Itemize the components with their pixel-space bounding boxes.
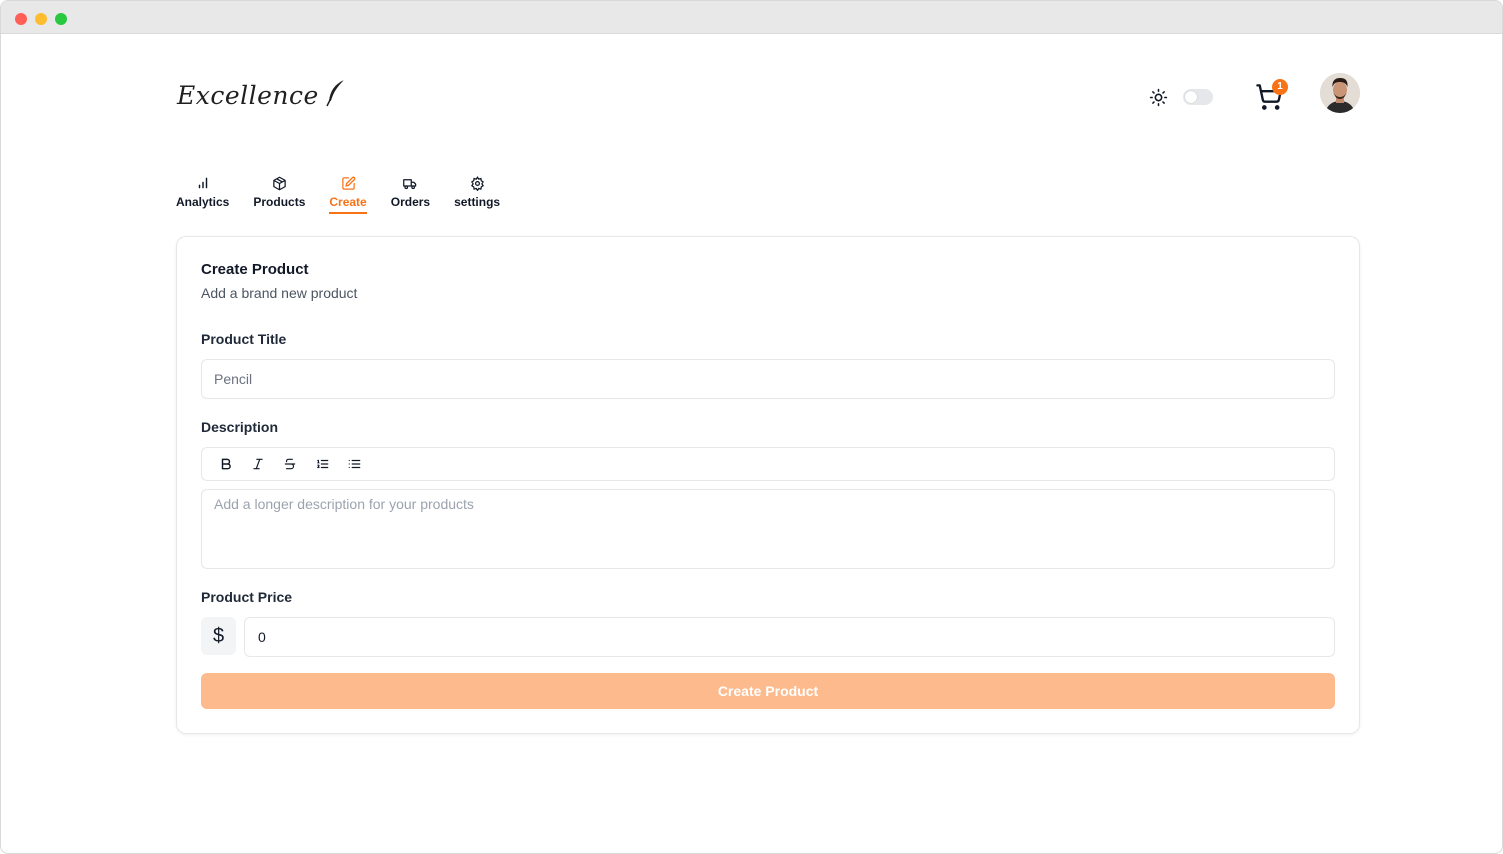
product-price-input[interactable]: 0	[244, 617, 1335, 657]
toggle-knob	[1185, 91, 1197, 103]
brand-logo[interactable]: Excellence	[177, 77, 347, 113]
product-title-value: Pencil	[214, 371, 253, 387]
gear-icon	[469, 175, 485, 191]
tab-settings[interactable]: settings	[454, 175, 500, 214]
tab-create[interactable]: Create	[329, 175, 367, 214]
truck-icon	[402, 175, 418, 191]
create-product-button[interactable]: Create Product	[201, 673, 1335, 709]
close-window-button[interactable]	[15, 13, 27, 25]
ordered-list-icon[interactable]	[306, 452, 338, 476]
edit-icon	[340, 175, 356, 191]
bold-icon[interactable]	[210, 452, 242, 476]
bullet-list-icon[interactable]	[338, 452, 370, 476]
tab-label: Products	[253, 195, 306, 209]
maximize-window-button[interactable]	[55, 13, 67, 25]
tab-label: Create	[329, 195, 367, 209]
product-price-value: 0	[258, 629, 266, 645]
user-avatar[interactable]	[1320, 73, 1360, 113]
feather-icon	[325, 79, 347, 112]
sun-icon[interactable]	[1149, 88, 1168, 107]
main-tabs: Analytics Products Create Orders setting…	[176, 175, 524, 214]
card-subtitle: Add a brand new product	[201, 285, 358, 301]
tab-products[interactable]: Products	[253, 175, 305, 214]
description-placeholder: Add a longer description for your produc…	[214, 496, 474, 512]
tab-label: Analytics	[176, 195, 230, 209]
dollar-icon: $	[201, 617, 236, 655]
tab-label: settings	[454, 195, 501, 209]
product-title-label: Product Title	[201, 331, 287, 347]
cart-count-badge: 1	[1272, 79, 1288, 95]
strikethrough-icon[interactable]	[274, 452, 306, 476]
italic-icon[interactable]	[242, 452, 274, 476]
product-price-label: Product Price	[201, 589, 293, 605]
active-tab-indicator	[329, 212, 367, 214]
theme-toggle[interactable]	[1183, 89, 1213, 105]
bar-chart-icon	[195, 175, 211, 191]
package-icon	[271, 175, 287, 191]
tab-analytics[interactable]: Analytics	[176, 175, 229, 214]
window-titlebar	[1, 1, 1502, 34]
product-title-input[interactable]: Pencil	[201, 359, 1335, 399]
minimize-window-button[interactable]	[35, 13, 47, 25]
editor-toolbar	[201, 447, 1335, 481]
tab-orders[interactable]: Orders	[391, 175, 430, 214]
description-textarea[interactable]: Add a longer description for your produc…	[201, 489, 1335, 569]
description-label: Description	[201, 419, 279, 435]
tab-label: Orders	[390, 195, 431, 209]
create-product-card: Create Product Add a brand new product P…	[176, 236, 1360, 734]
card-title: Create Product	[201, 261, 309, 278]
browser-window: Excellence 1 Analytics Products Create O…	[0, 0, 1503, 854]
brand-name: Excellence	[177, 80, 319, 110]
